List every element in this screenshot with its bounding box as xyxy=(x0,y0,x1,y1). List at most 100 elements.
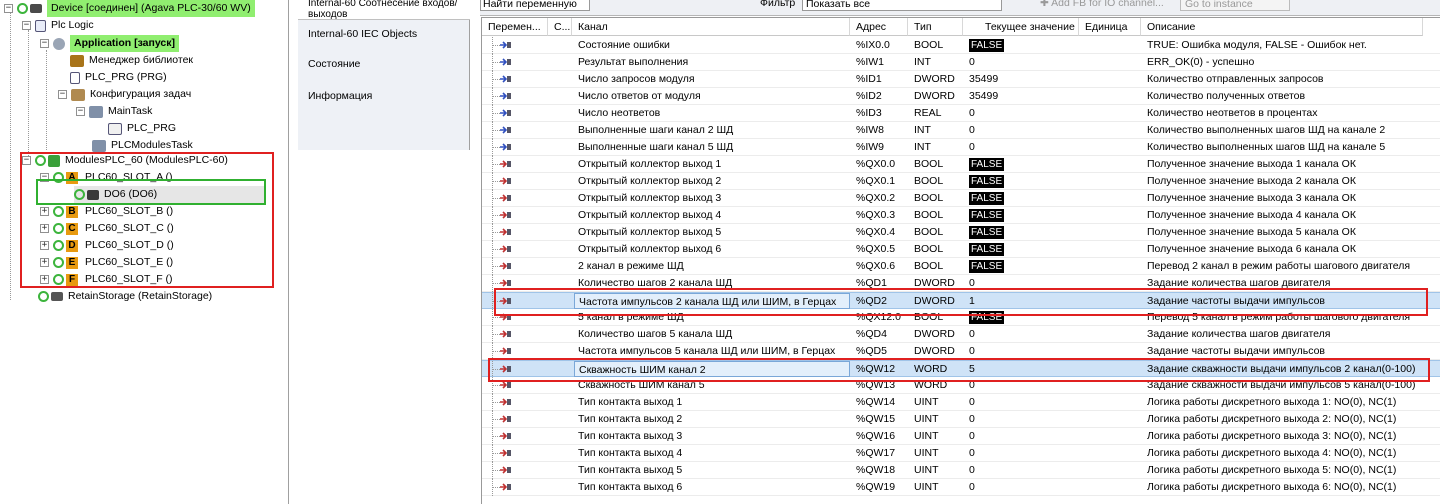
add-fb-button[interactable]: ✚ Add FB for IO channel... xyxy=(1040,0,1164,9)
tree-node-plc-prg[interactable]: PLC_PRG (PRG) xyxy=(70,69,167,86)
table-row[interactable]: Открытый коллектор выход 6 %QX0.5 BOOL FALS… xyxy=(482,241,1440,258)
tab-io-mapping[interactable]: Internal-60 Соотнесение входов/выходов xyxy=(298,0,470,20)
tab-iec-objects[interactable]: Internal-60 IEC Objects xyxy=(298,24,470,50)
tab-status[interactable]: Состояние xyxy=(298,54,470,80)
collapse-icon[interactable]: − xyxy=(40,39,49,48)
current-value[interactable]: 0 xyxy=(969,413,975,425)
tree-node-device[interactable]: − Device [соединен] (Agava PLC-30/60 WV) xyxy=(4,0,255,17)
tree-label: Конфигурация задач xyxy=(90,88,192,100)
table-row[interactable]: Тип контакта выход 6 %QW19 UINT 0 Логика раб… xyxy=(482,479,1440,496)
current-value[interactable]: 0 xyxy=(969,328,975,340)
col-header-mapping[interactable]: С... xyxy=(548,18,572,36)
current-value[interactable]: FALSE xyxy=(969,260,1005,273)
collapse-icon[interactable]: − xyxy=(22,21,31,30)
current-value[interactable]: FALSE xyxy=(969,39,1005,52)
tree-node-plc-logic[interactable]: − Plc Logic xyxy=(22,17,94,34)
unit-cell xyxy=(1081,241,1141,257)
current-value[interactable]: 0 xyxy=(969,345,975,357)
table-row[interactable]: Выполненные шаги канал 5 ШД %IW9 INT 0 Колич… xyxy=(482,139,1440,156)
col-header-unit[interactable]: Единица xyxy=(1079,18,1141,36)
tab-information[interactable]: Информация xyxy=(298,86,470,112)
col-header-type[interactable]: Тип xyxy=(908,18,963,36)
table-row[interactable]: Открытый коллектор выход 3 %QX0.2 BOOL FALS… xyxy=(482,190,1440,207)
tree-node-application[interactable]: − Application [запуск] xyxy=(40,35,180,52)
table-row[interactable]: Результат выполнения %IW1 INT 0 ERR_OK(0) - … xyxy=(482,54,1440,71)
address-cell: %QW14 xyxy=(856,396,896,408)
table-row[interactable]: Открытый коллектор выход 4 %QX0.3 BOOL FALS… xyxy=(482,207,1440,224)
table-row[interactable]: Тип контакта выход 4 %QW17 UINT 0 Логика раб… xyxy=(482,445,1440,462)
col-header-description[interactable]: Описание xyxy=(1141,18,1423,36)
current-value[interactable]: FALSE xyxy=(969,192,1005,205)
current-value[interactable]: 0 xyxy=(969,56,975,68)
current-value[interactable]: 0 xyxy=(969,141,975,153)
go-to-instance-button[interactable]: Go to instance xyxy=(1180,0,1290,11)
table-row[interactable]: Количество шагов 5 канала ШД %QD4 DWORD 0 За… xyxy=(482,326,1440,343)
current-value-cell: FALSE xyxy=(965,207,1079,223)
library-icon xyxy=(70,54,84,67)
current-value[interactable]: FALSE xyxy=(969,158,1005,171)
input-channel-icon xyxy=(498,124,512,136)
current-value[interactable]: FALSE xyxy=(969,226,1005,239)
channel-cell: Число запросов модуля xyxy=(578,73,695,85)
type-cell: BOOL xyxy=(914,39,944,51)
tree-node-task-config[interactable]: − Конфигурация задач xyxy=(58,86,191,103)
table-row[interactable]: Число ответов от модуля %ID2 DWORD 35499 Кол… xyxy=(482,88,1440,105)
col-header-variable[interactable]: Перемен... xyxy=(482,18,548,36)
type-cell: INT xyxy=(914,56,931,68)
current-value[interactable]: 35499 xyxy=(969,73,998,85)
filter-dropdown[interactable]: Показать все xyxy=(802,0,1002,11)
current-value[interactable]: 0 xyxy=(969,464,975,476)
collapse-icon[interactable]: − xyxy=(4,4,13,13)
collapse-icon[interactable]: − xyxy=(76,107,85,116)
find-variable-input[interactable]: Найти переменную xyxy=(480,0,590,11)
channel-cell: Открытый коллектор выход 5 xyxy=(578,226,722,238)
address-cell: %IX0.0 xyxy=(856,39,890,51)
current-value-cell: FALSE xyxy=(965,173,1079,189)
address-cell: %QX0.2 xyxy=(856,192,896,204)
current-value[interactable]: 0 xyxy=(969,481,975,493)
table-row[interactable]: Открытый коллектор выход 2 %QX0.1 BOOL FALS… xyxy=(482,173,1440,190)
description-cell: Полученное значение выхода 1 канала ОК xyxy=(1147,158,1356,170)
channel-cell: Тип контакта выход 2 xyxy=(578,413,683,425)
current-value[interactable]: 0 xyxy=(969,124,975,136)
table-row[interactable]: Открытый коллектор выход 5 %QX0.4 BOOL FALS… xyxy=(482,224,1440,241)
description-cell: Задание количества шагов двигателя xyxy=(1147,328,1331,340)
channel-cell: Число ответов от модуля xyxy=(578,90,701,102)
col-header-current-value[interactable]: Текущее значение xyxy=(963,18,1079,36)
current-value[interactable]: FALSE xyxy=(969,209,1005,222)
current-value[interactable]: 0 xyxy=(969,396,975,408)
table-row[interactable]: Тип контакта выход 2 %QW15 UINT 0 Логика раб… xyxy=(482,411,1440,428)
tree-node-retain[interactable]: RetainStorage (RetainStorage) xyxy=(38,288,212,305)
col-header-address[interactable]: Адрес xyxy=(850,18,908,36)
current-value[interactable]: 0 xyxy=(969,447,975,459)
description-cell: Количество полученных ответов xyxy=(1147,90,1306,102)
table-row[interactable]: Состояние ошибки %IX0.0 BOOL FALSE TRUE: Оши… xyxy=(482,37,1440,54)
table-row[interactable]: Тип контакта выход 1 %QW14 UINT 0 Логика раб… xyxy=(482,394,1440,411)
table-row[interactable]: Число запросов модуля %ID1 DWORD 35499 Колич… xyxy=(482,71,1440,88)
table-row[interactable]: 2 канал в режиме ШД %QX0.6 BOOL FALSE Перево… xyxy=(482,258,1440,275)
tree-node-main-task[interactable]: − MainTask xyxy=(76,103,152,120)
table-row[interactable]: Тип контакта выход 3 %QW16 UINT 0 Логика раб… xyxy=(482,428,1440,445)
current-value-cell: 0 xyxy=(965,411,1079,427)
unit-cell xyxy=(1081,71,1141,87)
current-value[interactable]: FALSE xyxy=(969,175,1005,188)
current-value[interactable]: 35499 xyxy=(969,90,998,102)
output-channel-icon xyxy=(498,226,512,238)
description-cell: Логика работы дискретного выхода 2: NO(0… xyxy=(1147,413,1397,425)
current-value-cell: 0 xyxy=(965,445,1079,461)
type-cell: DWORD xyxy=(914,345,955,357)
table-row[interactable]: Открытый коллектор выход 1 %QX0.0 BOOL FALS… xyxy=(482,156,1440,173)
col-header-channel[interactable]: Канал xyxy=(572,18,850,36)
address-cell: %IW1 xyxy=(856,56,885,68)
type-cell: BOOL xyxy=(914,209,944,221)
table-row[interactable]: Выполненные шаги канал 2 ШД %IW8 INT 0 Колич… xyxy=(482,122,1440,139)
current-value[interactable]: FALSE xyxy=(969,243,1005,256)
tab-label: Internal-60 IEC Objects xyxy=(308,28,418,40)
table-row[interactable]: Тип контакта выход 5 %QW18 UINT 0 Логика раб… xyxy=(482,462,1440,479)
table-row[interactable]: Число неответов %ID3 REAL 0 Количество неотв… xyxy=(482,105,1440,122)
collapse-icon[interactable]: − xyxy=(58,90,67,99)
tree-node-library-manager[interactable]: Менеджер библиотек xyxy=(70,52,193,69)
current-value[interactable]: 0 xyxy=(969,107,975,119)
current-value[interactable]: 0 xyxy=(969,430,975,442)
tree-node-plc-prg-call[interactable]: PLC_PRG xyxy=(108,120,176,137)
